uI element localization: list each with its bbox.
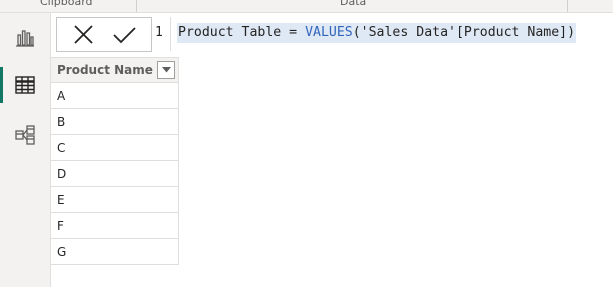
model-diagram-icon: [15, 125, 35, 145]
ribbon-group-clipboard: Clipboard: [40, 0, 93, 8]
table-row[interactable]: A: [51, 83, 179, 109]
formula-input[interactable]: Product Table = VALUES('Sales Data'[Prod…: [177, 23, 577, 43]
table-row[interactable]: G: [51, 239, 179, 265]
active-indicator: [0, 67, 3, 103]
ribbon-divider: [136, 0, 137, 12]
formula-divider: [170, 17, 171, 51]
formula-argument: 'Sales Data'[Product Name]: [360, 25, 568, 40]
table-cell: E: [57, 193, 65, 207]
formula-equals: =: [289, 25, 298, 40]
table-cell: G: [57, 245, 67, 259]
data-table: Product Name A B C D E F G: [51, 57, 179, 265]
formula-open-paren: (: [352, 25, 361, 40]
table-grid-icon: [15, 76, 35, 94]
cancel-formula-button[interactable]: [71, 25, 95, 45]
model-view-button[interactable]: [0, 113, 50, 157]
line-number: 1: [155, 25, 163, 40]
table-cell: A: [57, 89, 66, 103]
view-rail: [0, 13, 51, 287]
commit-formula-button[interactable]: [112, 25, 136, 45]
table-cell: B: [57, 115, 66, 129]
table-row[interactable]: B: [51, 109, 179, 135]
table-row[interactable]: C: [51, 135, 179, 161]
formula-table-name: Product Table: [178, 25, 282, 40]
ribbon-group-data: Data: [340, 0, 367, 8]
table-row[interactable]: F: [51, 213, 179, 239]
report-view-button[interactable]: [0, 15, 50, 59]
bar-chart-icon: [16, 30, 34, 47]
formula-function: VALUES: [305, 25, 353, 40]
formula-bar: 1 Product Table = VALUES('Sales Data'[Pr…: [51, 13, 613, 55]
ribbon-strip: Clipboard Data: [0, 0, 613, 13]
column-header[interactable]: Product Name: [51, 57, 179, 83]
ribbon-divider: [567, 0, 568, 12]
chevron-down-icon: [162, 67, 171, 73]
table-cell: C: [57, 141, 66, 155]
table-row[interactable]: D: [51, 161, 179, 187]
column-header-label: Product Name: [57, 63, 153, 77]
table-cell: D: [57, 167, 67, 181]
formula-action-group: [56, 17, 152, 52]
close-icon: [74, 25, 93, 44]
table-cell: F: [57, 219, 64, 233]
data-view-button[interactable]: [0, 63, 50, 107]
formula-close-paren: ): [567, 25, 576, 40]
column-filter-button[interactable]: [157, 61, 175, 79]
table-row[interactable]: E: [51, 187, 179, 213]
checkmark-icon: [113, 27, 136, 44]
